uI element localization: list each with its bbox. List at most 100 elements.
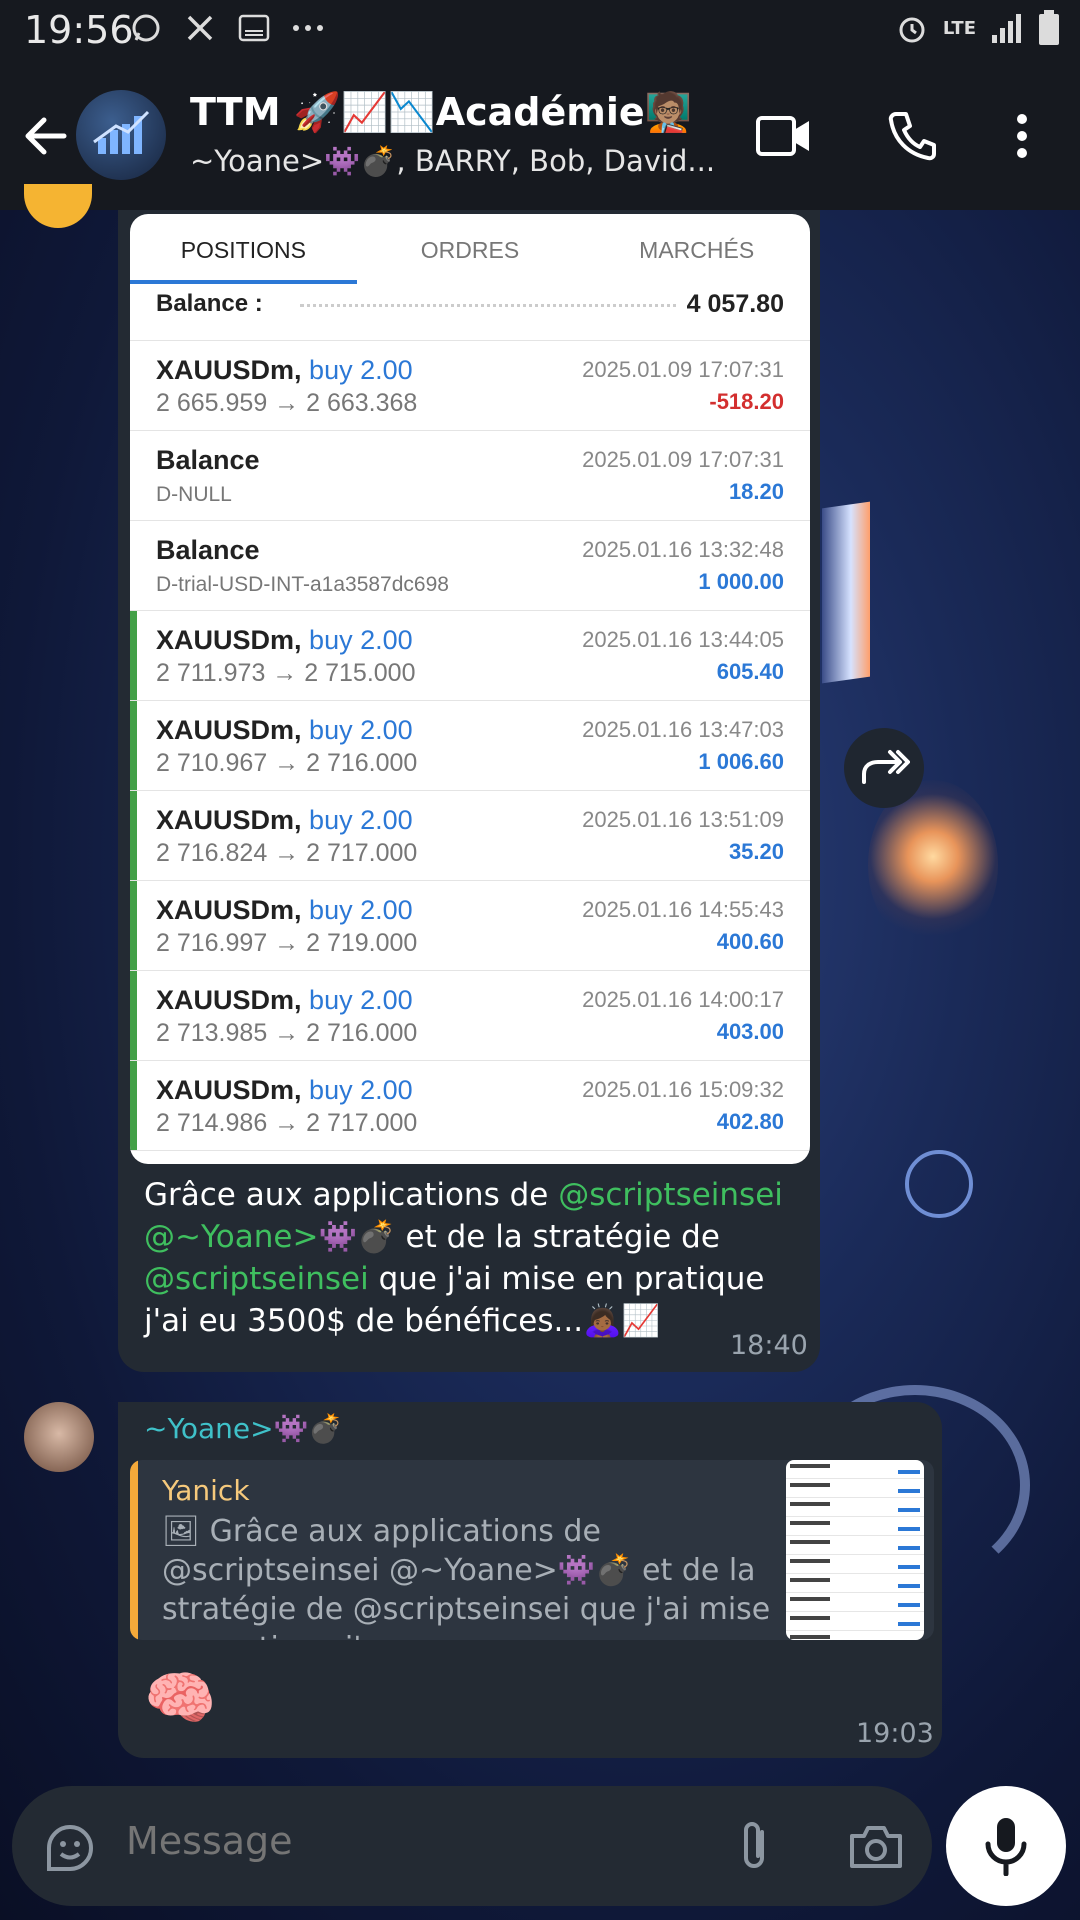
sticker-button[interactable] [40, 1818, 100, 1878]
trade-date: 2025.01.16 13:51:09 [582, 807, 784, 832]
voice-call-button[interactable] [880, 104, 944, 168]
notification-icons [128, 10, 326, 46]
quote-author: Yanick [162, 1474, 250, 1507]
system-icons: LTE [895, 10, 1060, 46]
trade-side: buy 2.00 [309, 895, 413, 925]
sender-name[interactable]: ~Yoane>👾💣 [144, 1412, 343, 1445]
tab-positions: POSITIONS [180, 237, 306, 263]
active-tab-indicator [130, 280, 357, 284]
reply-quote[interactable]: Yanick 🖼 Grâce aux applications de @scri… [130, 1460, 934, 1640]
trade-symbol: XAUUSDm, buy 2.00 [156, 715, 413, 746]
network-type: LTE [942, 17, 976, 39]
cassette-icon [236, 10, 272, 46]
message-time: 19:03 [856, 1718, 934, 1749]
trade-profit: 400.60 [716, 929, 784, 954]
more-vertical-icon [1017, 114, 1027, 158]
trade-row: XAUUSDm, buy 2.00 2 665.959 → 2 663.368 20… [130, 341, 810, 431]
status-bar: 19:56 LTE [0, 0, 1080, 62]
x-icon [182, 10, 218, 46]
trade-date: 2025.01.16 13:47:03 [582, 717, 784, 742]
trade-date: 2025.01.16 15:09:32 [582, 1077, 784, 1102]
group-avatar[interactable] [76, 90, 166, 180]
tab-orders: ORDRES [420, 237, 520, 263]
symbol-text: XAUUSDm, [156, 895, 302, 925]
trade-row: XAUUSDm, buy 2.00 2 716.824 → 2 717.000 20… [130, 791, 810, 881]
alarm-icon [899, 17, 925, 43]
paperclip-icon [744, 1822, 764, 1868]
trade-symbol: Balance [156, 445, 260, 476]
trade-row: XAUUSDm, buy 2.00 2 716.997 → 2 719.000 20… [130, 881, 810, 971]
trade-side: buy 2.00 [309, 1075, 413, 1105]
trade-prices: 2 716.997 → 2 719.000 [156, 929, 418, 957]
forward-button[interactable] [844, 728, 924, 808]
message-image[interactable]: POSITIONS ORDRES MARCHÉS Balance : 4 057… [130, 214, 810, 1164]
sticker-icon [47, 1825, 93, 1871]
menu-button[interactable] [990, 104, 1054, 168]
message-caption: Grâce aux applications de @scriptseinsei… [144, 1174, 804, 1342]
more-dots-icon [290, 10, 326, 46]
trade-prices: D-NULL [156, 483, 232, 506]
symbol-text: Balance [156, 535, 260, 565]
trade-profit: 18.20 [728, 479, 784, 504]
trade-date: 2025.01.16 14:00:17 [582, 987, 784, 1012]
back-button[interactable] [18, 108, 74, 164]
trade-row: XAUUSDm, buy 2.00 2 711.973 → 2 715.000 20… [130, 611, 810, 701]
back-arrow-icon [25, 117, 67, 155]
forward-icon [862, 750, 910, 784]
symbol-text: XAUUSDm, [156, 1075, 302, 1105]
signal-icon [992, 14, 1021, 43]
trade-prices: 2 665.959 → 2 663.368 [156, 389, 418, 417]
voice-record-button[interactable] [946, 1786, 1066, 1906]
trade-profit: 402.80 [716, 1109, 784, 1134]
video-call-button[interactable] [752, 104, 816, 168]
trade-side: buy 2.00 [309, 715, 413, 745]
attach-button[interactable] [724, 1816, 784, 1876]
symbol-text: XAUUSDm, [156, 985, 302, 1015]
symbol-text: XAUUSDm, [156, 355, 302, 385]
trade-prices: 2 714.986 → 2 717.000 [156, 1109, 418, 1137]
trade-symbol: XAUUSDm, buy 2.00 [156, 985, 413, 1016]
quote-text: 🖼 Grâce aux applications de @scriptseins… [162, 1514, 771, 1640]
tab-markets: MARCHÉS [639, 237, 755, 263]
balance-label: Balance : [156, 290, 263, 317]
mention-link[interactable]: @~Yoane>👾💣 [144, 1219, 396, 1255]
mention-link[interactable]: @scriptseinsei [558, 1177, 783, 1213]
trade-row: XAUUSDm, buy 2.00 2 710.967 → 2 716.000 20… [130, 701, 810, 791]
message-input[interactable] [124, 1818, 688, 1864]
trade-prices: D-trial-USD-INT-a1a3587dc698 [156, 573, 449, 596]
trade-prices: 2 710.967 → 2 716.000 [156, 749, 418, 777]
trade-symbol: XAUUSDm, buy 2.00 [156, 895, 413, 926]
message-time: 18:40 [730, 1330, 808, 1361]
group-title[interactable]: TTM 🚀📈📉Académie🧑🏽‍🏫 [190, 90, 692, 135]
trade-profit: 1 006.60 [698, 749, 784, 774]
trade-prices: 2 713.985 → 2 716.000 [156, 1019, 418, 1047]
microphone-icon [985, 1818, 1027, 1876]
background-light-panel [822, 501, 870, 684]
previous-avatar-partial [24, 184, 92, 228]
message-emoji: 🧠 [144, 1664, 217, 1732]
group-members[interactable]: ~Yoane>👾💣, BARRY, Bob, David... [190, 144, 715, 179]
sender-avatar[interactable] [24, 1402, 94, 1472]
camera-button[interactable] [846, 1816, 906, 1876]
trade-date: 2025.01.16 13:32:48 [582, 537, 784, 562]
screenshot-tabs: POSITIONS ORDRES MARCHÉS [130, 214, 810, 288]
status-time: 19:56 [24, 8, 134, 52]
caption-text: et de la stratégie de [395, 1219, 720, 1255]
trade-row: XAUUSDm, buy 2.00 2 713.985 → 2 716.000 20… [130, 971, 810, 1061]
trade-symbol: XAUUSDm, buy 2.00 [156, 625, 413, 656]
symbol-text: XAUUSDm, [156, 625, 302, 655]
camera-icon [850, 1826, 902, 1868]
trade-symbol: XAUUSDm, buy 2.00 [156, 805, 413, 836]
whatsapp-icon [128, 10, 164, 46]
trade-symbol: XAUUSDm, buy 2.00 [156, 355, 413, 386]
quote-accent-bar [130, 1460, 138, 1640]
trade-row: Balance D-trial-USD-INT-a1a3587dc698 2025… [130, 521, 810, 611]
trade-date: 2025.01.09 17:07:31 [582, 357, 784, 382]
balance-value: 4 057.80 [678, 290, 784, 319]
trade-profit: 605.40 [716, 659, 784, 684]
video-camera-icon [756, 116, 809, 156]
symbol-text: Balance [156, 445, 260, 475]
quote-thumbnail [786, 1460, 924, 1640]
trade-row: Balance D-NULL 2025.01.09 17:07:31 18.20 [130, 431, 810, 521]
mention-link[interactable]: @scriptseinsei [144, 1261, 369, 1297]
